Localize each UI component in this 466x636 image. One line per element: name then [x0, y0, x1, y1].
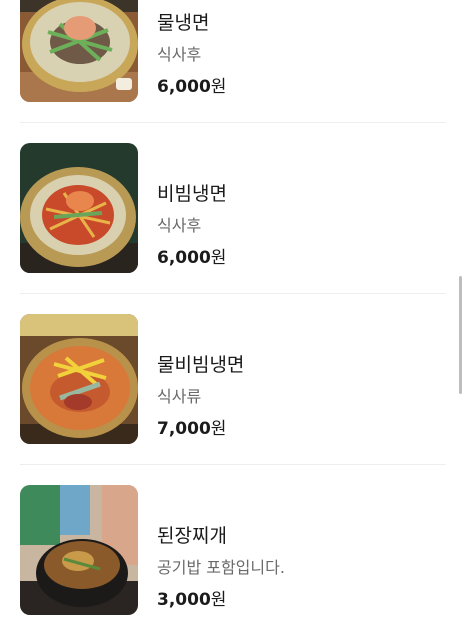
menu-item-photo: [20, 143, 138, 273]
menu-item-name: 물비빔냉면: [157, 354, 245, 376]
menu-list: 물냉면 식사후 6,000원 비빔냉면 식사후 6,000원 물비빔냉면 식사류…: [0, 0, 466, 636]
menu-item-name: 물냉면: [157, 12, 210, 34]
price-unit: 원: [210, 590, 227, 610]
menu-item[interactable]: 물비빔냉면 식사류 7,000원: [0, 294, 466, 465]
menu-item-price: 6,000원: [157, 243, 226, 268]
menu-item-price: 6,000원: [157, 72, 226, 97]
menu-item-desc: 식사후: [157, 216, 202, 235]
menu-item-name: 비빔냉면: [157, 183, 227, 205]
price-value: 3,000: [157, 590, 211, 610]
menu-item-price: 3,000원: [157, 585, 226, 610]
price-unit: 원: [210, 419, 227, 439]
menu-item-desc: 식사후: [157, 45, 202, 64]
menu-item-photo: [20, 485, 138, 615]
price-value: 6,000: [157, 248, 211, 268]
price-unit: 원: [210, 248, 227, 268]
menu-item[interactable]: 된장찌개 공기밥 포함입니다. 3,000원: [0, 465, 466, 636]
menu-item[interactable]: 비빔냉면 식사후 6,000원: [0, 123, 466, 294]
price-unit: 원: [210, 77, 227, 97]
menu-item[interactable]: 물냉면 식사후 6,000원: [0, 0, 466, 123]
menu-item-desc: 공기밥 포함입니다.: [157, 558, 285, 577]
menu-item-price: 7,000원: [157, 414, 226, 439]
price-value: 7,000: [157, 419, 211, 439]
menu-item-photo: [20, 314, 138, 444]
price-value: 6,000: [157, 77, 211, 97]
scrollbar[interactable]: [459, 276, 462, 394]
menu-item-name: 된장찌개: [157, 525, 227, 547]
menu-item-photo: [20, 0, 138, 102]
menu-item-desc: 식사류: [157, 387, 202, 406]
